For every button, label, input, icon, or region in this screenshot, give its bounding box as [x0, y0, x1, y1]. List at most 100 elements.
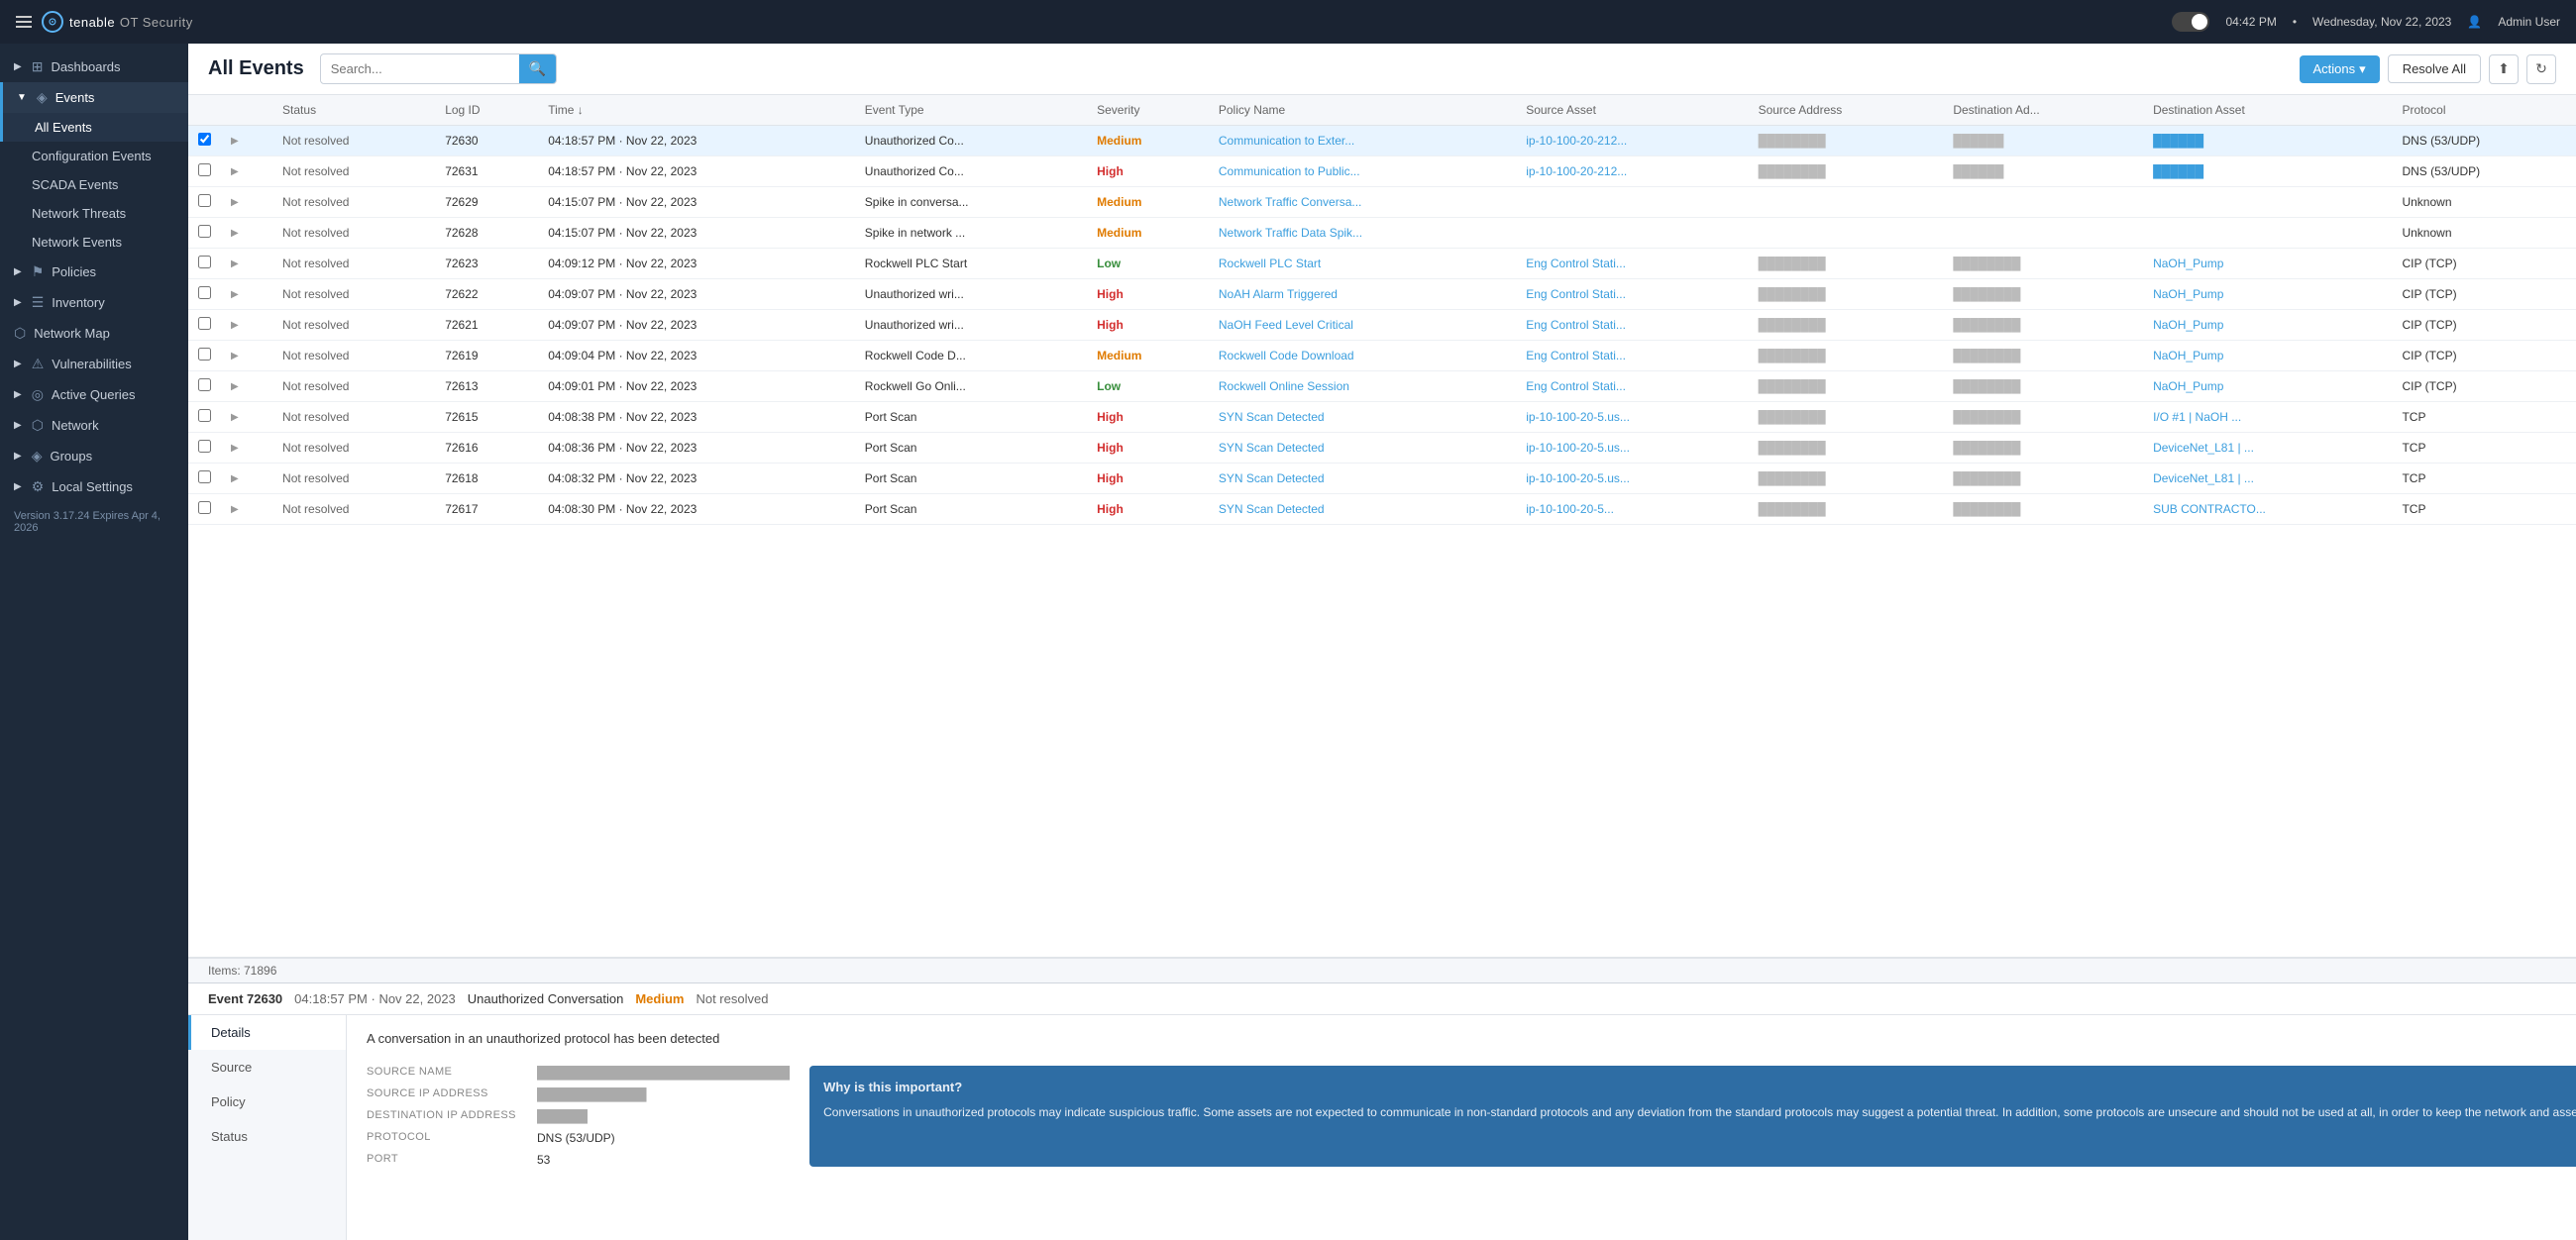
col-time[interactable]: Time ↓	[538, 95, 855, 126]
row-policy[interactable]: SYN Scan Detected	[1209, 402, 1516, 433]
row-checkbox[interactable]	[188, 433, 221, 464]
row-policy[interactable]: Rockwell Online Session	[1209, 371, 1516, 402]
row-dest-asset[interactable]: NaOH_Pump	[2143, 279, 2392, 310]
col-source-addr[interactable]: Source Address	[1749, 95, 1944, 126]
row-source-asset[interactable]	[1516, 218, 1748, 249]
row-source-asset[interactable]: ip-10-100-20-5.us...	[1516, 464, 1748, 494]
row-dest-asset[interactable]: ██████	[2143, 156, 2392, 187]
sidebar-item-events[interactable]: ▼ ◈ Events	[0, 82, 188, 113]
row-source-asset[interactable]	[1516, 187, 1748, 218]
row-checkbox[interactable]	[188, 126, 221, 156]
table-row[interactable]: ▶ Not resolved 72613 04:09:01 PM · Nov 2…	[188, 371, 2576, 402]
sidebar-item-network-map[interactable]: ⬡ Network Map	[0, 318, 188, 349]
sidebar-item-network-threats[interactable]: Network Threats	[0, 199, 188, 228]
row-expand[interactable]: ▶	[221, 310, 272, 341]
table-row[interactable]: ▶ Not resolved 72615 04:08:38 PM · Nov 2…	[188, 402, 2576, 433]
sidebar-item-network-events[interactable]: Network Events	[0, 228, 188, 257]
row-expand[interactable]: ▶	[221, 402, 272, 433]
table-row[interactable]: ▶ Not resolved 72617 04:08:30 PM · Nov 2…	[188, 494, 2576, 525]
detail-nav-policy[interactable]: Policy	[188, 1085, 346, 1119]
row-checkbox[interactable]	[188, 494, 221, 525]
row-dest-asset[interactable]: SUB CONTRACTO...	[2143, 494, 2392, 525]
row-dest-asset[interactable]: DeviceNet_L81 | ...	[2143, 464, 2392, 494]
col-dest-addr[interactable]: Destination Ad...	[1943, 95, 2143, 126]
row-checkbox[interactable]	[188, 156, 221, 187]
resolve-all-button[interactable]: Resolve All	[2388, 54, 2481, 83]
sidebar-item-config-events[interactable]: Configuration Events	[0, 142, 188, 170]
table-row[interactable]: ▶ Not resolved 72631 04:18:57 PM · Nov 2…	[188, 156, 2576, 187]
row-policy[interactable]: SYN Scan Detected	[1209, 464, 1516, 494]
table-row[interactable]: ▶ Not resolved 72629 04:15:07 PM · Nov 2…	[188, 187, 2576, 218]
row-policy[interactable]: Network Traffic Conversa...	[1209, 187, 1516, 218]
row-policy[interactable]: Communication to Public...	[1209, 156, 1516, 187]
row-expand[interactable]: ▶	[221, 433, 272, 464]
row-expand[interactable]: ▶	[221, 494, 272, 525]
detail-nav-details[interactable]: Details	[188, 1015, 346, 1050]
row-dest-asset[interactable]	[2143, 187, 2392, 218]
detail-nav-source[interactable]: Source	[188, 1050, 346, 1085]
row-expand[interactable]: ▶	[221, 371, 272, 402]
sidebar-item-all-events[interactable]: All Events	[0, 113, 188, 142]
table-row[interactable]: ▶ Not resolved 72630 04:18:57 PM · Nov 2…	[188, 126, 2576, 156]
export-button[interactable]: ⬆	[2489, 54, 2519, 84]
col-event-type[interactable]: Event Type	[855, 95, 1087, 126]
row-source-asset[interactable]: Eng Control Stati...	[1516, 249, 1748, 279]
col-source-asset[interactable]: Source Asset	[1516, 95, 1748, 126]
row-expand[interactable]: ▶	[221, 341, 272, 371]
row-checkbox[interactable]	[188, 464, 221, 494]
table-row[interactable]: ▶ Not resolved 72628 04:15:07 PM · Nov 2…	[188, 218, 2576, 249]
row-checkbox[interactable]	[188, 279, 221, 310]
row-checkbox[interactable]	[188, 341, 221, 371]
search-button[interactable]: 🔍	[519, 54, 556, 83]
row-expand[interactable]: ▶	[221, 156, 272, 187]
row-expand[interactable]: ▶	[221, 126, 272, 156]
sidebar-item-groups[interactable]: ▶ ◈ Groups	[0, 441, 188, 471]
row-source-asset[interactable]: ip-10-100-20-212...	[1516, 126, 1748, 156]
row-policy[interactable]: NoAH Alarm Triggered	[1209, 279, 1516, 310]
table-row[interactable]: ▶ Not resolved 72618 04:08:32 PM · Nov 2…	[188, 464, 2576, 494]
col-dest-asset[interactable]: Destination Asset	[2143, 95, 2392, 126]
row-policy[interactable]: NaOH Feed Level Critical	[1209, 310, 1516, 341]
row-source-asset[interactable]: Eng Control Stati...	[1516, 279, 1748, 310]
row-dest-asset[interactable]: NaOH_Pump	[2143, 371, 2392, 402]
search-input[interactable]	[321, 56, 519, 81]
sidebar-item-policies[interactable]: ▶ ⚑ Policies	[0, 257, 188, 287]
row-policy[interactable]: Communication to Exter...	[1209, 126, 1516, 156]
row-expand[interactable]: ▶	[221, 279, 272, 310]
col-severity[interactable]: Severity	[1087, 95, 1209, 126]
sidebar-item-dashboards[interactable]: ▶ ⊞ Dashboards	[0, 52, 188, 82]
row-source-asset[interactable]: ip-10-100-20-212...	[1516, 156, 1748, 187]
row-checkbox[interactable]	[188, 249, 221, 279]
row-dest-asset[interactable]: NaOH_Pump	[2143, 249, 2392, 279]
row-source-asset[interactable]: Eng Control Stati...	[1516, 371, 1748, 402]
refresh-button[interactable]: ↻	[2526, 54, 2556, 84]
row-source-asset[interactable]: Eng Control Stati...	[1516, 310, 1748, 341]
row-checkbox[interactable]	[188, 371, 221, 402]
table-row[interactable]: ▶ Not resolved 72621 04:09:07 PM · Nov 2…	[188, 310, 2576, 341]
table-row[interactable]: ▶ Not resolved 72622 04:09:07 PM · Nov 2…	[188, 279, 2576, 310]
row-expand[interactable]: ▶	[221, 464, 272, 494]
table-row[interactable]: ▶ Not resolved 72623 04:09:12 PM · Nov 2…	[188, 249, 2576, 279]
row-checkbox[interactable]	[188, 218, 221, 249]
sidebar-item-scada-events[interactable]: SCADA Events	[0, 170, 188, 199]
sidebar-item-vulnerabilities[interactable]: ▶ ⚠ Vulnerabilities	[0, 349, 188, 379]
row-expand[interactable]: ▶	[221, 249, 272, 279]
col-status[interactable]: Status	[272, 95, 435, 126]
row-source-asset[interactable]: ip-10-100-20-5.us...	[1516, 402, 1748, 433]
row-dest-asset[interactable]: I/O #1 | NaOH ...	[2143, 402, 2392, 433]
col-log-id[interactable]: Log ID	[435, 95, 538, 126]
row-policy[interactable]: SYN Scan Detected	[1209, 433, 1516, 464]
sidebar-item-active-queries[interactable]: ▶ ◎ Active Queries	[0, 379, 188, 410]
table-row[interactable]: ▶ Not resolved 72619 04:09:04 PM · Nov 2…	[188, 341, 2576, 371]
detail-nav-status[interactable]: Status	[188, 1119, 346, 1154]
row-policy[interactable]: Network Traffic Data Spik...	[1209, 218, 1516, 249]
sidebar-item-inventory[interactable]: ▶ ☰ Inventory	[0, 287, 188, 318]
row-expand[interactable]: ▶	[221, 187, 272, 218]
row-source-asset[interactable]: ip-10-100-20-5...	[1516, 494, 1748, 525]
row-dest-asset[interactable]: ██████	[2143, 126, 2392, 156]
row-expand[interactable]: ▶	[221, 218, 272, 249]
row-dest-asset[interactable]: NaOH_Pump	[2143, 310, 2392, 341]
row-checkbox[interactable]	[188, 187, 221, 218]
row-dest-asset[interactable]: DeviceNet_L81 | ...	[2143, 433, 2392, 464]
row-policy[interactable]: SYN Scan Detected	[1209, 494, 1516, 525]
